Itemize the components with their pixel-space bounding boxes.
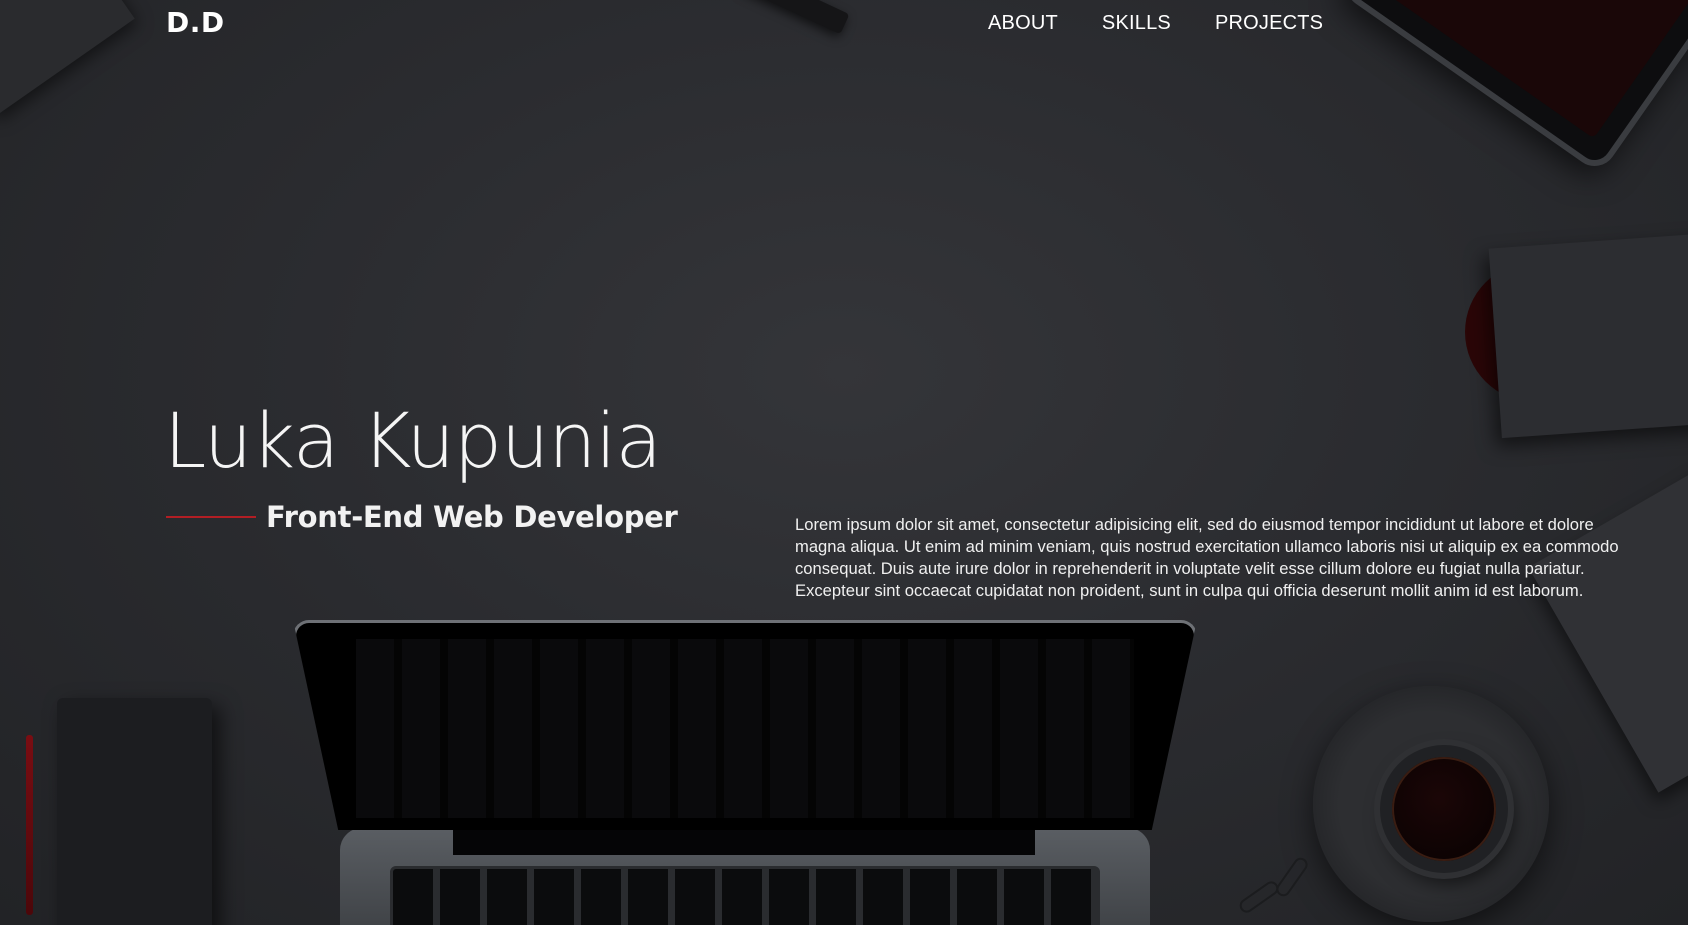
nav-menu: ABOUT SKILLS PROJECTS [988,12,1323,35]
desk-paperclip-image [1236,878,1282,916]
desk-laptop-screen-image [293,620,1197,830]
hero-bio: Lorem ipsum dolor sit amet, consectetur … [795,515,1619,600]
desk-coffee-image [1392,757,1496,861]
desk-pencil-image [26,735,33,915]
desk-paperclip-image [1273,854,1311,900]
hero-role-row: Front-End Web Developer [166,500,678,534]
desk-notebook-image [57,698,212,925]
nav-link-projects[interactable]: PROJECTS [1215,12,1323,35]
hero-name: Luka Kupunia [164,396,662,485]
accent-divider [166,516,256,518]
nav-link-skills[interactable]: SKILLS [1102,12,1171,35]
desk-laptop-hinge-image [453,827,1035,855]
desk-envelope-image [1488,231,1688,439]
desk-laptop-keyboard-image [390,866,1100,925]
nav-link-about[interactable]: ABOUT [988,12,1058,35]
top-navigation: D.D ABOUT SKILLS PROJECTS [0,0,1688,50]
site-logo[interactable]: D.D [166,6,225,39]
hero-role: Front-End Web Developer [266,500,678,534]
